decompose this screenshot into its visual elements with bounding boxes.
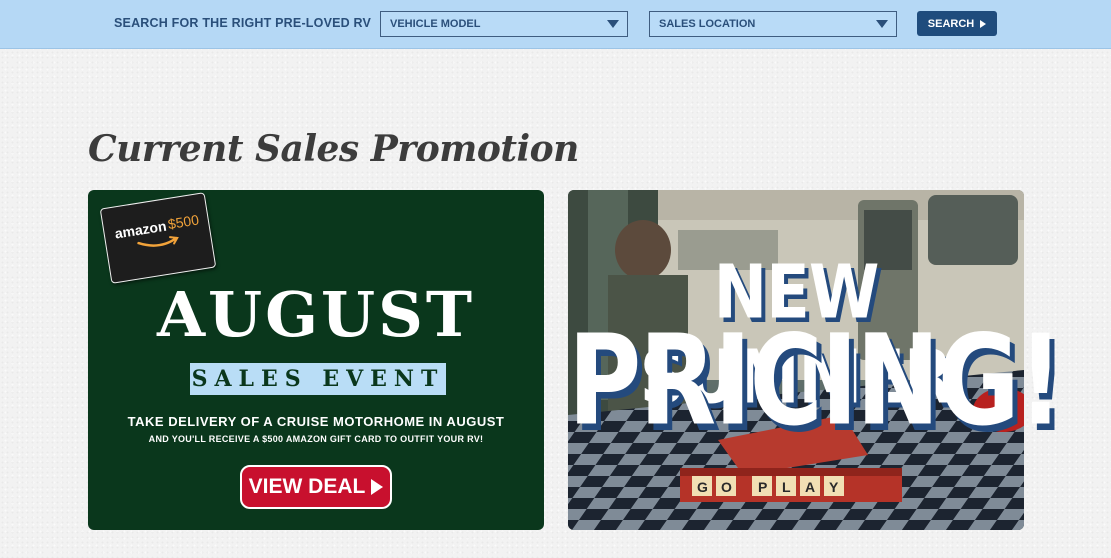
vehicle-model-value: VEHICLE MODEL: [390, 18, 481, 30]
tile-y: Y: [829, 479, 839, 495]
section-title: Current Sales Promotion: [88, 128, 579, 170]
promo-august-description: TAKE DELIVERY OF A CRUISE MOTORHOME IN A…: [127, 414, 505, 429]
gift-card-amount: $500: [166, 211, 200, 233]
scrabble-tiles: G O P L A Y: [692, 476, 844, 496]
sales-location-select[interactable]: SALES LOCATION: [649, 11, 897, 37]
sales-location-value: SALES LOCATION: [659, 18, 756, 30]
arrow-right-icon: [980, 19, 987, 28]
tile-a: A: [805, 479, 815, 495]
view-deal-label: VIEW DEAL: [248, 475, 366, 498]
search-bar: SEARCH FOR THE RIGHT PRE-LOVED RV VEHICL…: [0, 0, 1111, 49]
chevron-down-icon: [876, 20, 888, 28]
promo-august-subtitle: SALES EVENT: [190, 363, 446, 395]
arrow-right-icon: [371, 479, 384, 495]
vehicle-model-select[interactable]: VEHICLE MODEL: [380, 11, 628, 37]
tile-p: P: [758, 479, 767, 495]
view-deal-button[interactable]: VIEW DEAL: [240, 465, 392, 509]
chevron-down-icon: [607, 20, 619, 28]
promo-summer-headline: PRICING!: [568, 307, 1063, 454]
tile-g: G: [697, 479, 708, 495]
promo-august-fineprint: AND YOU'LL RECEIVE A $500 AMAZON GIFT CA…: [148, 434, 484, 444]
tile-o: O: [721, 479, 732, 495]
search-button-label: SEARCH: [927, 17, 975, 30]
promo-august-title: AUGUST: [156, 278, 476, 351]
search-label: SEARCH FOR THE RIGHT PRE-LOVED RV: [114, 16, 372, 30]
search-button[interactable]: SEARCH: [917, 11, 997, 36]
tile-l: L: [782, 479, 791, 495]
